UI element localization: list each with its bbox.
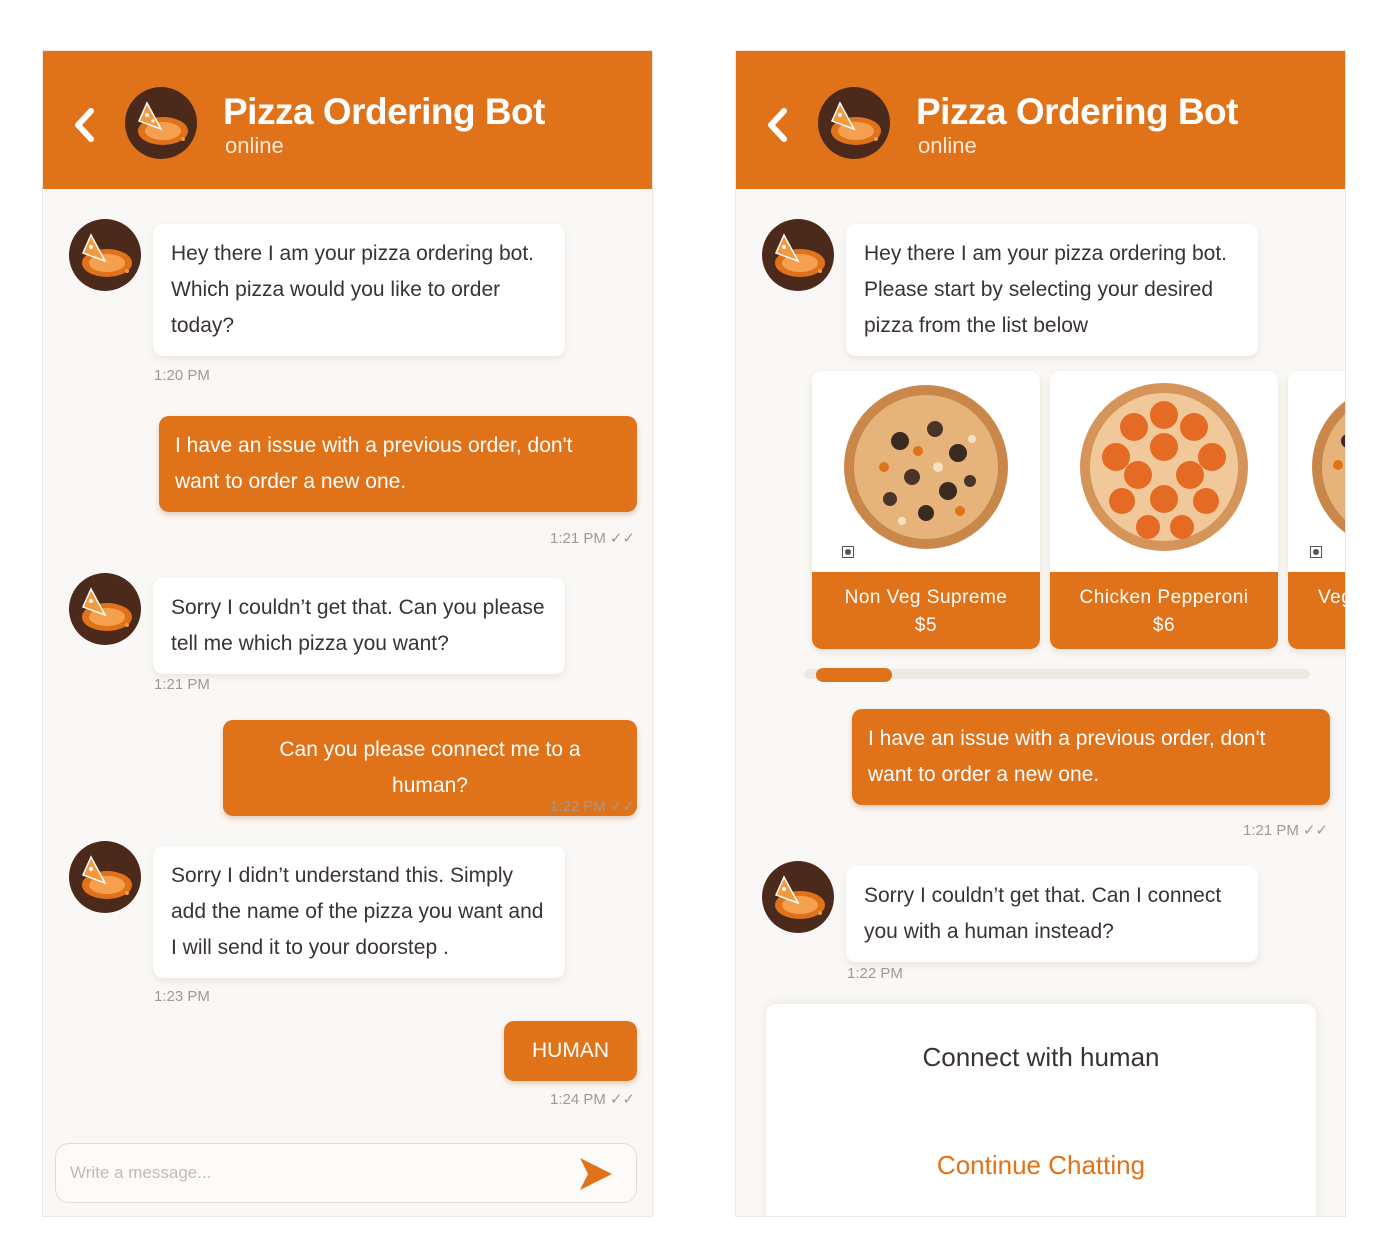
send-button[interactable] [576,1154,616,1194]
pizza-logo-icon [774,233,825,277]
header-status: online [918,133,977,158]
bot-avatar [125,87,197,159]
pizza-card-label: Non Veg Supreme $5 [812,572,1040,649]
pizza-logo-icon [830,101,881,145]
back-button[interactable] [760,103,796,147]
timestamp-text: 1:24 PM [549,1091,606,1108]
pizza-image [1080,383,1248,551]
chat-screen-right: Pizza Ordering Bot online Hey there I am… [735,50,1346,1217]
veg-indicator-icon [1310,546,1322,558]
message-timestamp: 1:22 PM ✓✓ [550,797,635,815]
bot-message: Hey there I am your pizza ordering bot. … [153,224,565,356]
bot-avatar [69,573,141,645]
bot-avatar [762,861,834,933]
pizza-logo-icon [81,233,132,277]
read-check-icon: ✓✓ [609,530,635,547]
pizza-card[interactable]: Chicken Pepperoni $6 [1050,371,1278,649]
pizza-card-label: Veg [1288,572,1345,649]
header-status: online [225,133,284,158]
pizza-card-label: Chicken Pepperoni $6 [1050,572,1278,649]
bot-avatar [69,841,141,913]
chat-header: Pizza Ordering Bot online [736,51,1345,189]
pizza-logo-icon [137,101,188,145]
message-timestamp: 1:22 PM [847,965,903,982]
chat-header: Pizza Ordering Bot online [43,51,652,189]
pizza-name: Chicken Pepperoni [1079,587,1249,608]
quick-reply-card: Connect with human Continue Chatting [766,1004,1316,1216]
send-icon [580,1158,612,1190]
message-input[interactable] [70,1154,550,1192]
message-composer [55,1143,637,1203]
bot-message: Hey there I am your pizza ordering bot. … [846,224,1258,356]
message-timestamp: 1:23 PM [154,988,210,1005]
timestamp-text: 1:21 PM [1242,822,1299,839]
back-button[interactable] [67,103,103,147]
message-timestamp: 1:20 PM [154,367,210,384]
bot-avatar [69,219,141,291]
pizza-name: Non Veg Supreme [844,587,1008,608]
pizza-card[interactable]: Veg [1288,371,1345,649]
pizza-logo-icon [774,875,825,919]
read-check-icon: ✓✓ [609,1091,635,1108]
carousel-scrollbar-thumb[interactable] [816,668,892,682]
timestamp-text: 1:22 PM [549,798,606,815]
bot-avatar [818,87,890,159]
nonveg-indicator-icon [842,546,854,558]
pizza-name: Veg [1318,587,1345,608]
chevron-left-icon [75,108,94,142]
message-timestamp: 1:21 PM ✓✓ [550,529,635,547]
message-timestamp: 1:21 PM ✓✓ [1243,821,1328,839]
connect-with-human-button[interactable]: Connect with human [766,1042,1316,1073]
pizza-price: $5 [914,615,938,636]
chevron-left-icon [768,108,787,142]
pizza-card[interactable]: Non Veg Supreme $5 [812,371,1040,649]
message-timestamp: 1:21 PM [154,676,210,693]
bot-message: Sorry I didn’t understand this. Simply a… [153,846,565,978]
chat-screen-left: Pizza Ordering Bot online Hey there I am… [42,50,653,1217]
timestamp-text: 1:21 PM [549,530,606,547]
pizza-image [1312,401,1345,533]
header-title: Pizza Ordering Bot [223,91,545,132]
bot-message: Sorry I couldn’t get that. Can I connect… [846,866,1258,962]
bot-message: Sorry I couldn’t get that. Can you pleas… [153,578,565,674]
pizza-logo-icon [81,855,132,899]
pizza-logo-icon [81,587,132,631]
user-message: HUMAN [504,1021,637,1081]
continue-chatting-button[interactable]: Continue Chatting [766,1150,1316,1181]
read-check-icon: ✓✓ [1302,822,1328,839]
bot-avatar [762,219,834,291]
read-check-icon: ✓✓ [609,798,635,815]
user-message: I have an issue with a previous order, d… [159,416,637,512]
user-message: I have an issue with a previous order, d… [852,709,1330,805]
pizza-price: $6 [1152,615,1176,636]
message-timestamp: 1:24 PM ✓✓ [550,1090,635,1108]
header-title: Pizza Ordering Bot [916,91,1238,132]
pizza-image [844,385,1008,549]
